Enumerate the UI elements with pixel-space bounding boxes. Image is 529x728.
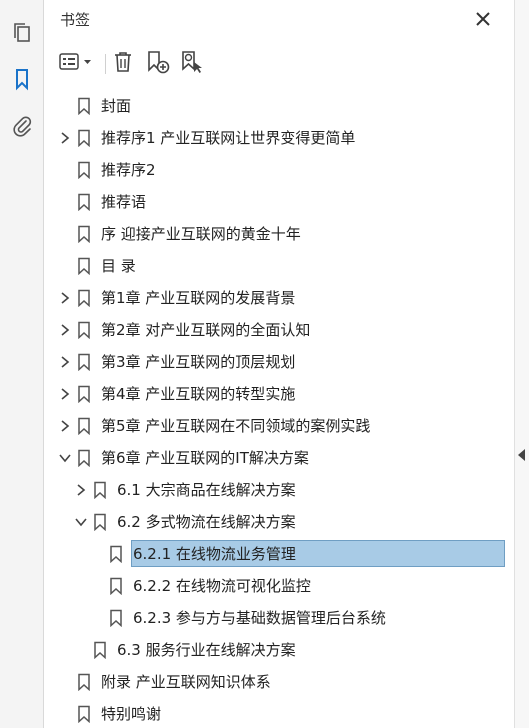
bookmark-label: 特别鸣谢 xyxy=(101,705,162,723)
bookmark-row[interactable]: 附录 产业互联网知识体系 xyxy=(44,668,514,696)
add-bookmark-icon[interactable] xyxy=(144,48,172,76)
bookmark-item-icon xyxy=(77,417,91,436)
pages-icon[interactable] xyxy=(9,20,35,46)
bookmark-item-icon xyxy=(109,545,123,564)
bookmark-item-icon xyxy=(77,97,91,116)
bookmark-item-icon xyxy=(109,577,123,596)
bookmark-row[interactable]: 第6章 产业互联网的IT解决方案 xyxy=(44,444,514,472)
chevron-down-icon[interactable] xyxy=(74,515,88,529)
bookmark-item-icon xyxy=(77,161,91,180)
bookmark-item-icon xyxy=(77,449,91,468)
chevron-right-icon[interactable] xyxy=(58,323,72,337)
bookmark-item-icon xyxy=(93,641,107,660)
right-collapse-rail[interactable] xyxy=(514,0,529,728)
bookmark-row[interactable]: 6.2 多式物流在线解决方案 xyxy=(44,508,514,536)
bookmark-icon[interactable] xyxy=(9,66,35,92)
bookmark-label: 6.3 服务行业在线解决方案 xyxy=(117,641,296,659)
bookmark-item-icon xyxy=(77,129,91,148)
attachment-icon[interactable] xyxy=(9,112,35,138)
bookmark-item-icon xyxy=(77,289,91,308)
bookmark-toolbar xyxy=(44,40,514,84)
bookmark-label: 第2章 对产业互联网的全面认知 xyxy=(101,321,311,339)
bookmark-item-icon xyxy=(77,705,91,724)
bookmark-item-icon xyxy=(77,385,91,404)
bookmark-row[interactable]: 6.3 服务行业在线解决方案 xyxy=(44,636,514,664)
bookmark-row[interactable]: 推荐序1 产业互联网让世界变得更简单 xyxy=(44,124,514,152)
bookmark-label: 序 迎接产业互联网的黄金十年 xyxy=(101,225,301,243)
bookmark-item-icon xyxy=(77,225,91,244)
bookmark-row[interactable]: 第2章 对产业互联网的全面认知 xyxy=(44,316,514,344)
bookmark-label: 6.2.3 参与方与基础数据管理后台系统 xyxy=(133,609,386,627)
bookmark-label: 推荐序2 xyxy=(101,161,156,179)
bookmark-label: 第3章 产业互联网的顶层规划 xyxy=(101,353,296,371)
bookmark-item-icon xyxy=(77,673,91,692)
panel-title: 书签 xyxy=(60,11,91,29)
options-menu-icon xyxy=(59,53,91,70)
bookmark-label: 第5章 产业互联网在不同领域的案例实践 xyxy=(101,417,371,435)
bookmark-row[interactable]: 第3章 产业互联网的顶层规划 xyxy=(44,348,514,376)
chevron-right-icon[interactable] xyxy=(58,291,72,305)
bookmark-label: 6.2.2 在线物流可视化监控 xyxy=(133,577,311,595)
bookmarks-panel: 书签 封面 推荐序1 产业互联网让世界变得更简单 推荐序2 推荐语 序 迎接产业… xyxy=(44,0,514,728)
bookmark-label: 6.2.1 在线物流业务管理 xyxy=(133,545,296,563)
chevron-right-icon[interactable] xyxy=(74,483,88,497)
chevron-right-icon[interactable] xyxy=(58,355,72,369)
bookmark-label: 推荐语 xyxy=(101,193,147,211)
bookmark-label: 附录 产业互联网知识体系 xyxy=(101,673,271,691)
panel-header: 书签 xyxy=(44,0,514,38)
bookmark-row[interactable]: 6.2.3 参与方与基础数据管理后台系统 xyxy=(44,604,514,632)
chevron-right-icon[interactable] xyxy=(58,419,72,433)
left-nav-rail xyxy=(0,0,44,728)
bookmark-label: 第4章 产业互联网的转型实施 xyxy=(101,385,296,403)
bookmark-row[interactable]: 第4章 产业互联网的转型实施 xyxy=(44,380,514,408)
bookmark-row[interactable]: 封面 xyxy=(44,92,514,120)
bookmark-row[interactable]: 6.2.2 在线物流可视化监控 xyxy=(44,572,514,600)
collapse-arrow-icon[interactable] xyxy=(518,449,525,461)
bookmark-row[interactable]: 推荐语 xyxy=(44,188,514,216)
find-bookmark-icon[interactable] xyxy=(178,48,206,76)
toolbar-separator xyxy=(105,54,106,74)
chevron-right-icon[interactable] xyxy=(58,387,72,401)
bookmark-label: 目 录 xyxy=(101,257,136,275)
bookmark-label: 第6章 产业互联网的IT解决方案 xyxy=(101,449,309,467)
bookmark-item-icon xyxy=(77,257,91,276)
bookmark-item-icon xyxy=(109,609,123,628)
bookmark-row[interactable]: 特别鸣谢 xyxy=(44,700,514,728)
bookmark-label: 6.2 多式物流在线解决方案 xyxy=(117,513,296,531)
bookmark-label: 推荐序1 产业互联网让世界变得更简单 xyxy=(101,129,356,147)
bookmark-label: 封面 xyxy=(101,97,132,115)
bookmark-item-icon xyxy=(77,193,91,212)
bookmark-row[interactable]: 第1章 产业互联网的发展背景 xyxy=(44,284,514,312)
bookmark-row[interactable]: 序 迎接产业互联网的黄金十年 xyxy=(44,220,514,248)
bookmark-row[interactable]: 第5章 产业互联网在不同领域的案例实践 xyxy=(44,412,514,440)
bookmark-row[interactable]: 6.1 大宗商品在线解决方案 xyxy=(44,476,514,504)
chevron-right-icon[interactable] xyxy=(58,131,72,145)
options-menu-button[interactable] xyxy=(58,48,98,76)
bookmark-item-icon xyxy=(77,321,91,340)
bookmark-item-icon xyxy=(77,353,91,372)
bookmark-row[interactable]: 6.2.1 在线物流业务管理 xyxy=(44,540,514,568)
bookmark-label: 第1章 产业互联网的发展背景 xyxy=(101,289,296,307)
bookmark-item-icon xyxy=(93,481,107,500)
bookmark-row[interactable]: 目 录 xyxy=(44,252,514,280)
bookmark-item-icon xyxy=(93,513,107,532)
bookmark-row[interactable]: 推荐序2 xyxy=(44,156,514,184)
delete-icon[interactable] xyxy=(110,48,136,76)
close-icon[interactable] xyxy=(472,8,494,30)
bookmark-label: 6.1 大宗商品在线解决方案 xyxy=(117,481,296,499)
chevron-down-icon[interactable] xyxy=(58,451,72,465)
